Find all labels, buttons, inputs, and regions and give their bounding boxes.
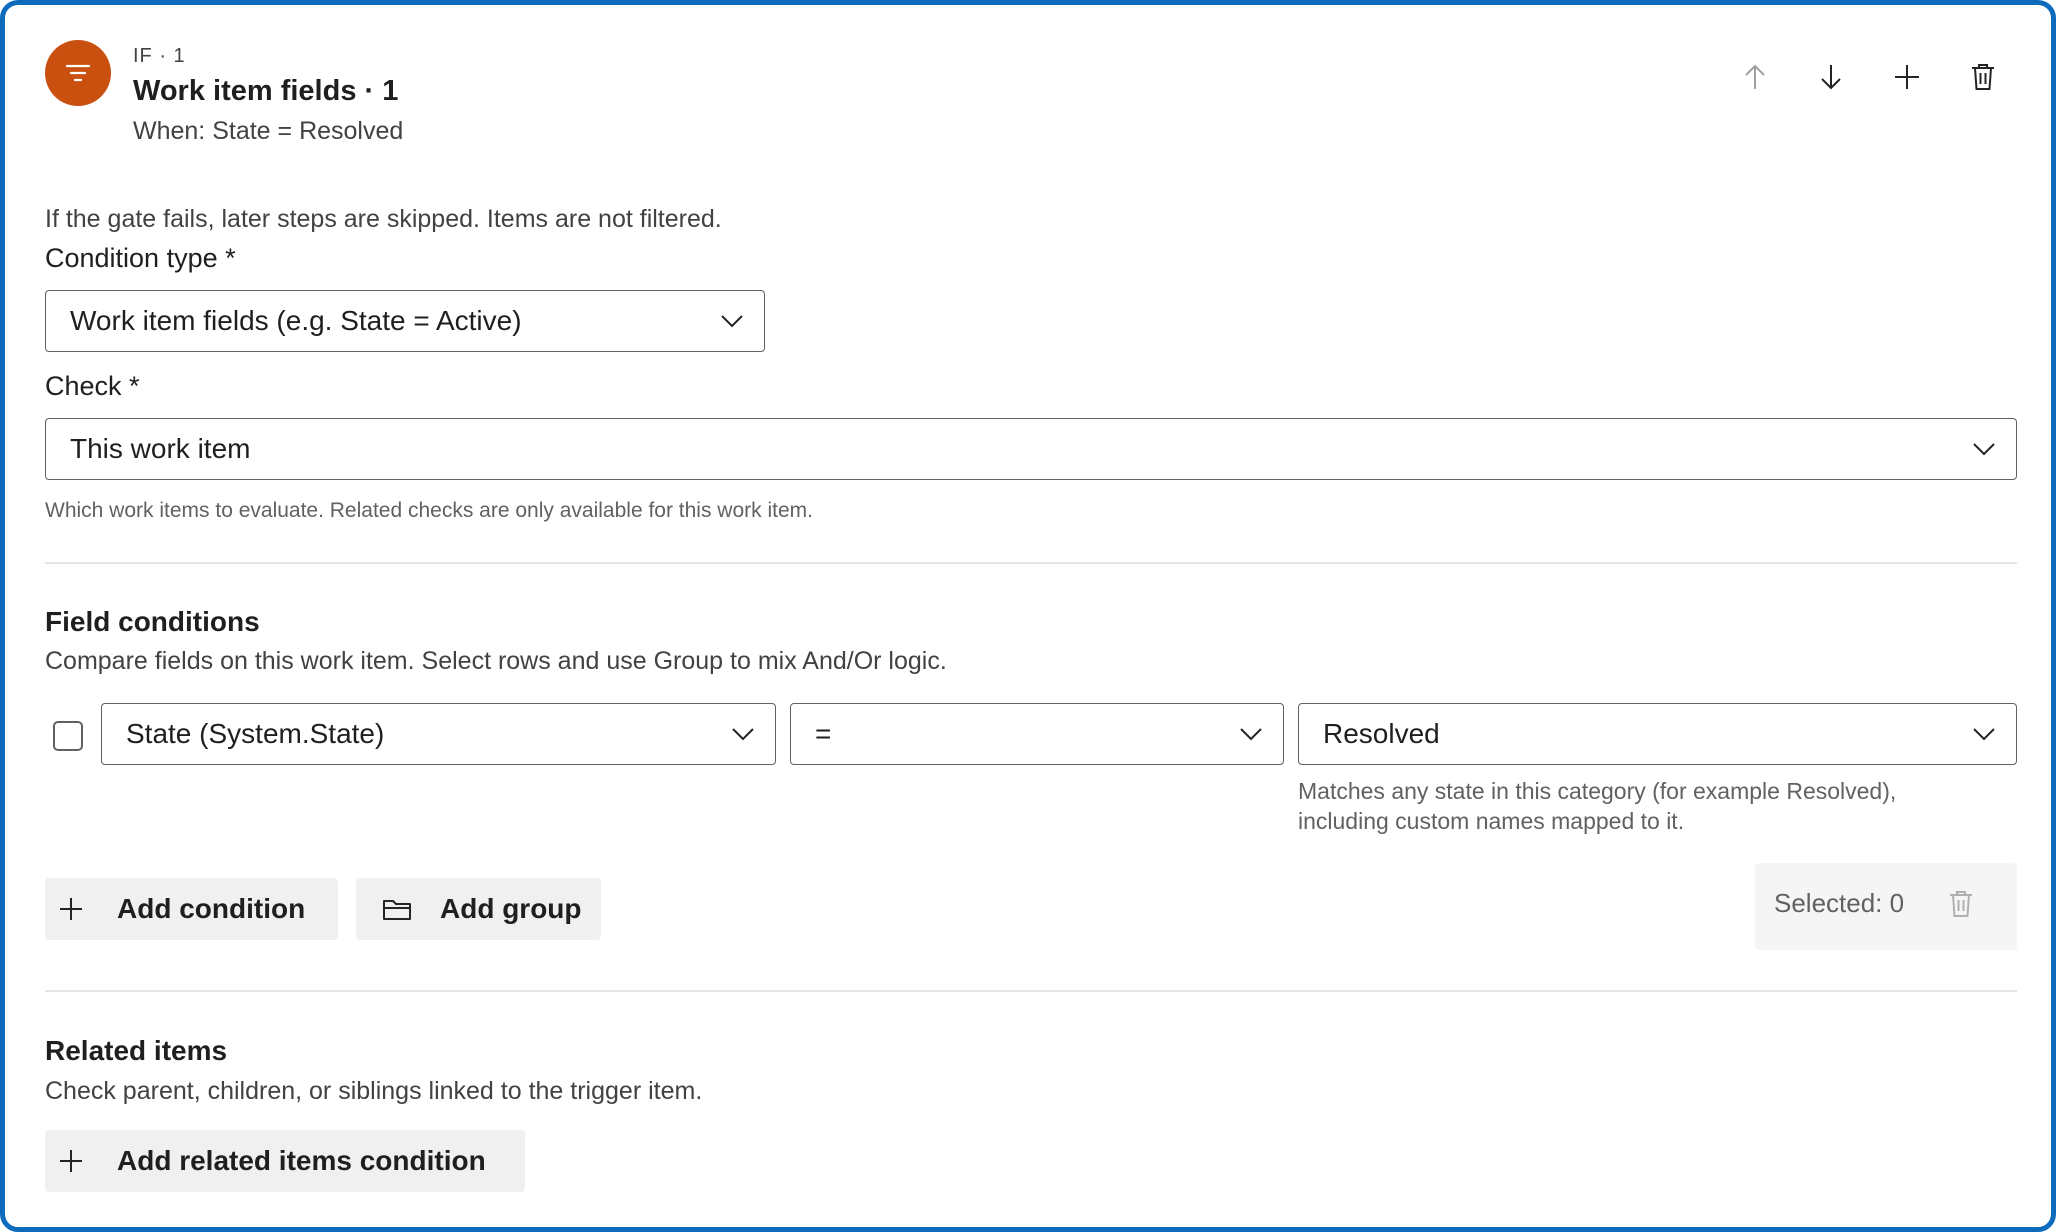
delete-selected-button[interactable] xyxy=(1948,889,1974,924)
check-value: This work item xyxy=(70,433,251,464)
related-items-title: Related items xyxy=(45,1035,228,1066)
chevron-down-icon xyxy=(1972,442,1996,456)
trash-icon xyxy=(1972,64,1994,90)
rule-step-card: IF · 1 Work item fields · 1 When: State … xyxy=(0,0,2056,1232)
field-conditions-title: Field conditions xyxy=(45,606,260,637)
add-condition-label: Add condition xyxy=(117,893,306,924)
condition-row-checkbox[interactable] xyxy=(53,721,83,751)
gate-note: If the gate fails, later steps are skipp… xyxy=(45,205,722,233)
arrow-down-icon xyxy=(1821,65,1841,90)
move-down-button[interactable] xyxy=(1809,55,1853,99)
field-dropdown[interactable]: State (System.State) xyxy=(101,703,776,765)
field-conditions-description: Compare fields on this work item. Select… xyxy=(45,647,947,675)
add-step-button[interactable] xyxy=(1885,55,1929,99)
check-label: Check * xyxy=(45,371,140,401)
divider xyxy=(45,562,2017,564)
value-value: Resolved xyxy=(1323,718,1440,749)
condition-type-value: Work item fields (e.g. State = Active) xyxy=(70,305,522,336)
arrow-up-icon xyxy=(1745,64,1765,89)
add-related-items-label: Add related items condition xyxy=(117,1145,486,1176)
selection-toolbar: Selected: 0 xyxy=(1755,863,2017,950)
chevron-down-icon xyxy=(731,727,755,741)
filter-icon xyxy=(45,40,111,106)
step-eyebrow: IF · 1 xyxy=(133,45,186,67)
value-hint: Matches any state in this category (for … xyxy=(1298,776,1896,836)
selected-count: Selected: 0 xyxy=(1774,888,1905,918)
plus-icon xyxy=(57,1147,117,1175)
step-title: Work item fields · 1 xyxy=(133,75,399,107)
related-items-description: Check parent, children, or siblings link… xyxy=(45,1077,703,1105)
add-group-label: Add group xyxy=(440,893,582,924)
move-up-button[interactable] xyxy=(1733,55,1777,99)
add-condition-button[interactable]: Add condition xyxy=(45,878,338,940)
divider xyxy=(45,990,2017,992)
value-hint-line: Matches any state in this category (for … xyxy=(1298,778,1897,804)
operator-value: = xyxy=(815,718,832,749)
chevron-down-icon xyxy=(720,314,744,328)
chevron-down-icon xyxy=(1972,727,1996,741)
add-group-button[interactable]: Add group xyxy=(356,878,601,940)
plus-icon xyxy=(1895,65,1919,89)
check-hint: Which work items to evaluate. Related ch… xyxy=(45,499,813,522)
step-summary: When: State = Resolved xyxy=(133,117,404,145)
check-dropdown[interactable]: This work item xyxy=(45,418,2017,480)
trash-icon xyxy=(1950,891,1972,917)
value-dropdown[interactable]: Resolved xyxy=(1298,703,2017,765)
value-hint-line: including custom names mapped to it. xyxy=(1298,808,1685,834)
chevron-down-icon xyxy=(1239,727,1263,741)
field-value: State (System.State) xyxy=(126,718,385,749)
condition-type-dropdown[interactable]: Work item fields (e.g. State = Active) xyxy=(45,290,765,352)
plus-icon xyxy=(57,895,117,923)
folder-icon xyxy=(382,896,440,922)
delete-step-button[interactable] xyxy=(1961,55,2005,99)
add-related-items-condition-button[interactable]: Add related items condition xyxy=(45,1130,525,1192)
condition-type-label: Condition type * xyxy=(45,243,236,273)
operator-dropdown[interactable]: = xyxy=(790,703,1284,765)
